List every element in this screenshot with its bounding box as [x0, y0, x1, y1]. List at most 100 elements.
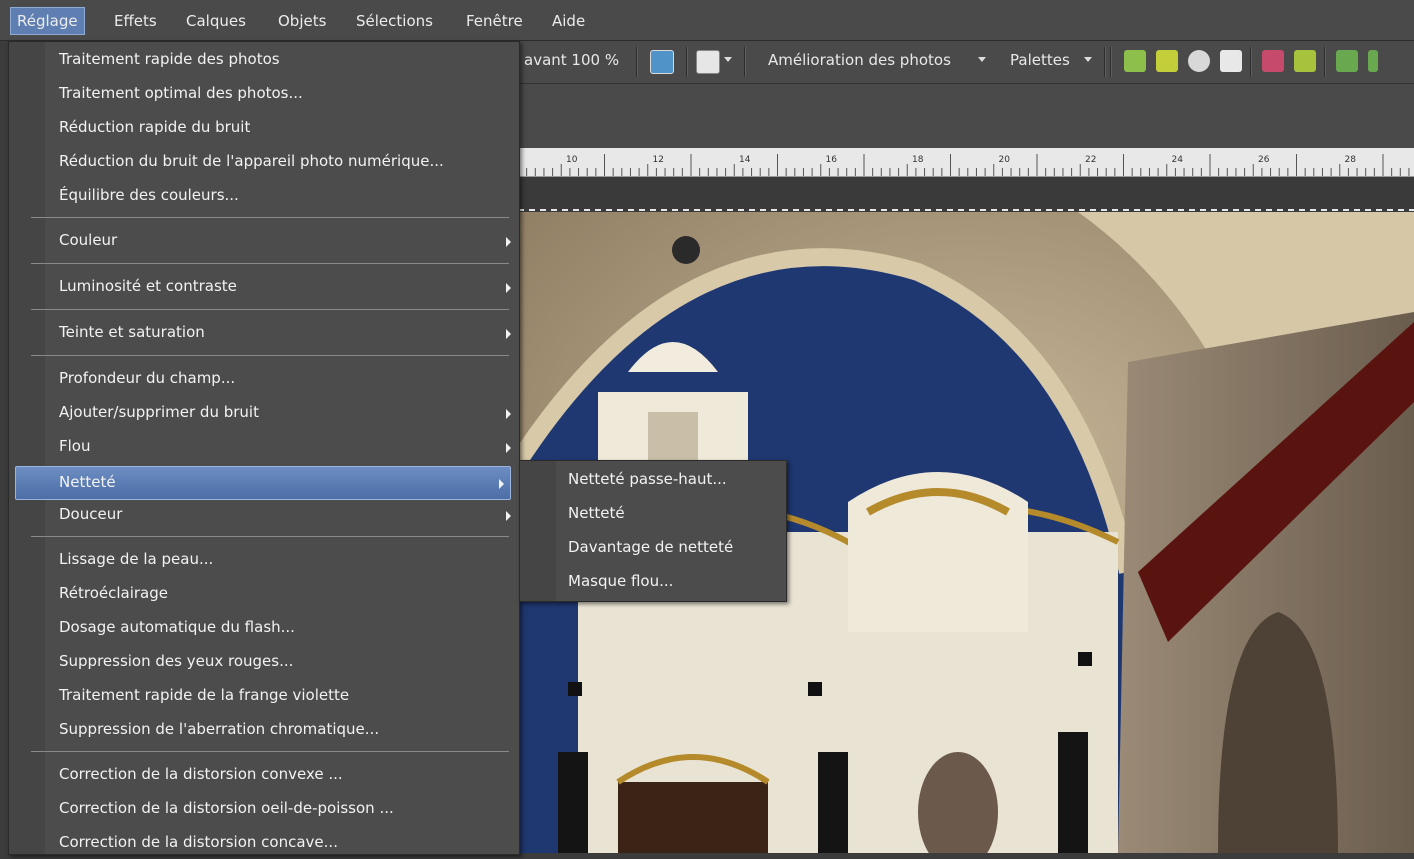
- ruler-tick-label: 16: [826, 155, 838, 165]
- ruler-tick-label: 10: [566, 155, 578, 165]
- menu-separator: [31, 263, 509, 264]
- menu-separator: [31, 536, 509, 537]
- ruler-tick-label: 18: [912, 155, 924, 165]
- photo-enhance-dropdown[interactable]: Amélioration des photos: [768, 51, 951, 69]
- blemish-fixer-icon[interactable]: [1220, 50, 1242, 72]
- menu-item-label: Correction de la distorsion oeil-de-pois…: [59, 799, 394, 817]
- menu-item-douceur[interactable]: Douceur: [9, 499, 517, 531]
- menu-item-reduction-bruit-appareil[interactable]: Réduction du bruit de l'appareil photo n…: [9, 146, 517, 178]
- menu-item-couleur[interactable]: Couleur: [9, 225, 517, 257]
- menu-item-traitement-optimal[interactable]: Traitement optimal des photos...: [9, 78, 517, 110]
- submenu-arrow-icon: [506, 237, 511, 247]
- submenu-item-masque-flou[interactable]: Masque flou...: [520, 565, 784, 599]
- menu-item-label: Réduction du bruit de l'appareil photo n…: [59, 152, 444, 170]
- ruler-tick-label: 14: [739, 155, 751, 165]
- menu-item-label: Ajouter/supprimer du bruit: [59, 403, 259, 421]
- menu-fenetre[interactable]: Fenêtre: [460, 8, 529, 34]
- reglage-menu: Traitement rapide des photos Traitement …: [8, 41, 520, 855]
- menu-item-distorsion-convexe[interactable]: Correction de la distorsion convexe ...: [9, 759, 517, 791]
- chevron-down-icon[interactable]: [724, 57, 732, 62]
- menu-item-label: Luminosité et contraste: [59, 277, 237, 295]
- red-eye-icon[interactable]: [1188, 50, 1210, 72]
- save-workspace-icon[interactable]: [650, 50, 674, 74]
- menu-item-label: Traitement rapide de la frange violette: [59, 686, 350, 704]
- menu-item-teinte-saturation[interactable]: Teinte et saturation: [9, 317, 517, 349]
- menu-item-nettete[interactable]: Netteté: [15, 466, 511, 500]
- menu-separator: [31, 309, 509, 310]
- menu-item-flou[interactable]: Flou: [9, 431, 517, 463]
- horizontal-ruler: 10 12 14 16 18 20 22 24 26 28: [517, 148, 1414, 177]
- face-icon[interactable]: [1336, 50, 1358, 72]
- menu-item-aberration-chromatique[interactable]: Suppression de l'aberration chromatique.…: [9, 714, 517, 746]
- menu-item-luminosite-contraste[interactable]: Luminosité et contraste: [9, 271, 517, 303]
- submenu-arrow-icon: [506, 409, 511, 419]
- menu-item-label: Réduction rapide du bruit: [59, 118, 251, 136]
- ruler-tick-label: 24: [1172, 155, 1184, 165]
- ruler-tick-label: 20: [999, 155, 1011, 165]
- toolbar-separator: [1250, 47, 1252, 77]
- toolbar-separator: [1110, 47, 1112, 77]
- submenu-arrow-icon: [506, 443, 511, 453]
- more-icon[interactable]: [1368, 50, 1378, 72]
- palettes-dropdown[interactable]: Palettes: [1010, 51, 1070, 69]
- menu-item-traitement-rapide[interactable]: Traitement rapide des photos: [9, 44, 517, 76]
- menu-separator: [31, 217, 509, 218]
- menu-item-label: Correction de la distorsion concave...: [59, 833, 338, 851]
- menu-item-ajouter-supprimer-bruit[interactable]: Ajouter/supprimer du bruit: [9, 397, 517, 429]
- menu-item-profondeur-champ[interactable]: Profondeur du champ...: [9, 363, 517, 395]
- ruler-tick-label: 28: [1345, 155, 1357, 165]
- menu-item-equilibre-couleurs[interactable]: Équilibre des couleurs...: [9, 180, 517, 212]
- ruler-ticks: 10 12 14 16 18 20 22 24 26 28: [517, 154, 1410, 176]
- ruler-tick-label: 12: [653, 155, 664, 165]
- submenu-item-nettete[interactable]: Netteté: [520, 497, 784, 531]
- toolbar-separator: [1104, 47, 1106, 77]
- menu-item-distorsion-oeil-de-poisson[interactable]: Correction de la distorsion oeil-de-pois…: [9, 793, 517, 825]
- toolbar: avant 100 % Amélioration des photos Pale…: [518, 41, 1414, 84]
- toolbar-separator: [1324, 47, 1326, 77]
- menu-item-lissage-peau[interactable]: Lissage de la peau...: [9, 544, 517, 576]
- menu-item-label: Flou: [59, 437, 91, 455]
- menu-selections[interactable]: Sélections: [350, 8, 439, 34]
- menu-separator: [31, 751, 509, 752]
- chevron-down-icon[interactable]: [1084, 57, 1092, 62]
- menu-item-reduction-rapide-bruit[interactable]: Réduction rapide du bruit: [9, 112, 517, 144]
- menu-item-label: Suppression des yeux rouges...: [59, 652, 294, 670]
- submenu-item-nettete-passe-haut[interactable]: Netteté passe-haut...: [520, 463, 784, 497]
- submenu-item-davantage-nettete[interactable]: Davantage de netteté: [520, 531, 784, 565]
- menu-item-frange-violette[interactable]: Traitement rapide de la frange violette: [9, 680, 517, 712]
- menu-item-label: Traitement rapide des photos: [59, 50, 280, 68]
- canvas-margin: [518, 177, 1414, 212]
- menu-item-label: Rétroéclairage: [59, 584, 168, 602]
- menu-reglage[interactable]: Réglage: [10, 7, 85, 35]
- submenu-arrow-icon: [499, 479, 504, 489]
- menu-item-yeux-rouges[interactable]: Suppression des yeux rouges...: [9, 646, 517, 678]
- submenu-arrow-icon: [506, 283, 511, 293]
- menu-item-label: Profondeur du champ...: [59, 369, 236, 387]
- menu-item-label: Équilibre des couleurs...: [59, 186, 239, 204]
- menu-separator: [31, 355, 509, 356]
- one-step-fix-icon[interactable]: [1124, 50, 1146, 72]
- menu-item-label: Couleur: [59, 231, 118, 249]
- toolbar-separator: [636, 47, 638, 77]
- smart-fix-icon[interactable]: [1156, 50, 1178, 72]
- menu-bar: Réglage Effets Calques Objets Sélections…: [0, 0, 1414, 41]
- ruler-tick-label: 22: [1085, 155, 1096, 165]
- chevron-down-icon[interactable]: [978, 57, 986, 62]
- portrait-icon[interactable]: [1262, 50, 1284, 72]
- menu-item-label: Lissage de la peau...: [59, 550, 214, 568]
- paste-icon[interactable]: [696, 50, 720, 74]
- submenu-arrow-icon: [506, 511, 511, 521]
- menu-calques[interactable]: Calques: [180, 8, 252, 34]
- submenu-item-label: Masque flou...: [568, 572, 674, 590]
- menu-item-retroeclairage[interactable]: Rétroéclairage: [9, 578, 517, 610]
- zoom-button[interactable]: avant 100 %: [524, 51, 619, 69]
- menu-objets[interactable]: Objets: [272, 8, 332, 34]
- toolbar-separator: [686, 47, 688, 77]
- menu-item-label: Traitement optimal des photos...: [59, 84, 303, 102]
- menu-item-dosage-flash[interactable]: Dosage automatique du flash...: [9, 612, 517, 644]
- menu-aide[interactable]: Aide: [546, 8, 591, 34]
- landscape-icon[interactable]: [1294, 50, 1316, 72]
- menu-effets[interactable]: Effets: [108, 8, 163, 34]
- menu-item-distorsion-concave[interactable]: Correction de la distorsion concave...: [9, 827, 517, 859]
- submenu-item-label: Davantage de netteté: [568, 538, 734, 556]
